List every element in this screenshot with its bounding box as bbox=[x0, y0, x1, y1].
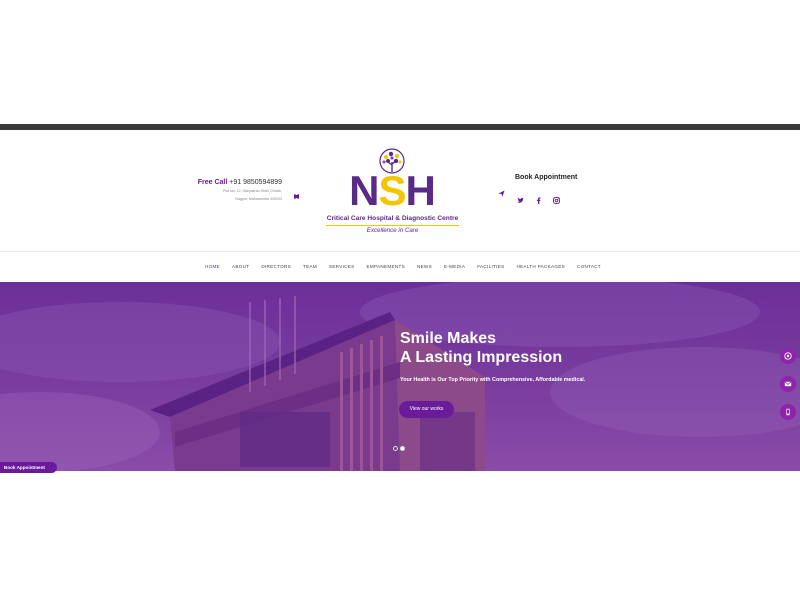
phone-icon bbox=[786, 408, 790, 416]
view-our-works-button[interactable]: View our works bbox=[399, 401, 454, 418]
free-call-line[interactable]: Free Call +91 9850594899 bbox=[198, 179, 282, 186]
nav-item-home[interactable]: HOME bbox=[205, 264, 220, 269]
whatsapp-icon bbox=[784, 352, 792, 360]
nav-item-facilities[interactable]: FACILITIES bbox=[477, 264, 504, 269]
brand-letter-n: N bbox=[349, 167, 379, 214]
social-links bbox=[517, 191, 560, 204]
address-line-1: Plot No. 12, Ganpatrao Shah Chowk, bbox=[222, 189, 282, 193]
twitter-icon[interactable] bbox=[517, 191, 524, 203]
mail-icon bbox=[784, 381, 792, 387]
email-button[interactable] bbox=[780, 376, 796, 392]
book-appointment-tab[interactable]: Book Appointment bbox=[0, 462, 57, 473]
logo-tagline: Excellence in Care bbox=[366, 227, 419, 234]
nav-item-directors[interactable]: DIRECTORS bbox=[261, 264, 291, 269]
slider-dot-1[interactable] bbox=[393, 446, 398, 451]
nav-item-about[interactable]: ABOUT bbox=[232, 264, 249, 269]
logo-subtitle: Critical Care Hospital & Diagnostic Cent… bbox=[326, 215, 459, 222]
facebook-icon[interactable] bbox=[535, 191, 542, 204]
brand-letter-h: H bbox=[405, 167, 436, 214]
send-icon[interactable] bbox=[498, 184, 505, 197]
nav-item-e-media[interactable]: E-MEDIA bbox=[444, 264, 465, 269]
whatsapp-button[interactable] bbox=[780, 348, 796, 364]
nav-item-empanements[interactable]: EMPANEMENTS bbox=[367, 264, 405, 269]
address-line-2: Nagpur, Maharashtra 440003 bbox=[235, 197, 282, 201]
main-nav: HOME ABOUT DIRECTORS TEAM SERVICES EMPAN… bbox=[0, 253, 800, 282]
phone-button[interactable] bbox=[780, 404, 796, 420]
hero-slider: Smile Makes A Lasting Impression Your He… bbox=[0, 282, 800, 471]
nav-item-contact[interactable]: CONTACT bbox=[577, 264, 601, 269]
slider-dot-2[interactable] bbox=[400, 446, 405, 451]
instagram-icon[interactable] bbox=[553, 191, 560, 204]
map-pin-icon[interactable] bbox=[293, 187, 300, 199]
hero-title-line-1: Smile Makes bbox=[400, 330, 497, 347]
slider-dots bbox=[393, 446, 405, 451]
nav-item-health-packages[interactable]: HEALTH PACKAGES bbox=[516, 264, 565, 269]
site-header: Free Call +91 9850594899 Plot No. 12, Ga… bbox=[0, 130, 800, 252]
nav-item-news[interactable]: NEWS bbox=[417, 264, 432, 269]
book-appointment-heading[interactable]: Book Appointment bbox=[515, 174, 577, 181]
logo-divider bbox=[326, 225, 459, 227]
phone-number[interactable]: +91 9850594899 bbox=[229, 179, 282, 186]
nav-item-team[interactable]: TEAM bbox=[303, 264, 317, 269]
hero-description: Your Health is Our Top Priority with Com… bbox=[400, 377, 586, 383]
nav-item-services[interactable]: SERVICES bbox=[329, 264, 355, 269]
hero-title-line-2: A Lasting Impression bbox=[400, 349, 563, 366]
site-logo[interactable]: NSH Critical Care Hospital & Diagnostic … bbox=[320, 146, 465, 238]
contact-block: Free Call +91 9850594899 Plot No. 12, Ga… bbox=[198, 179, 282, 202]
brand-letters: NSH bbox=[342, 170, 442, 212]
free-call-label: Free Call bbox=[197, 179, 228, 186]
brand-letter-s: S bbox=[378, 167, 406, 214]
